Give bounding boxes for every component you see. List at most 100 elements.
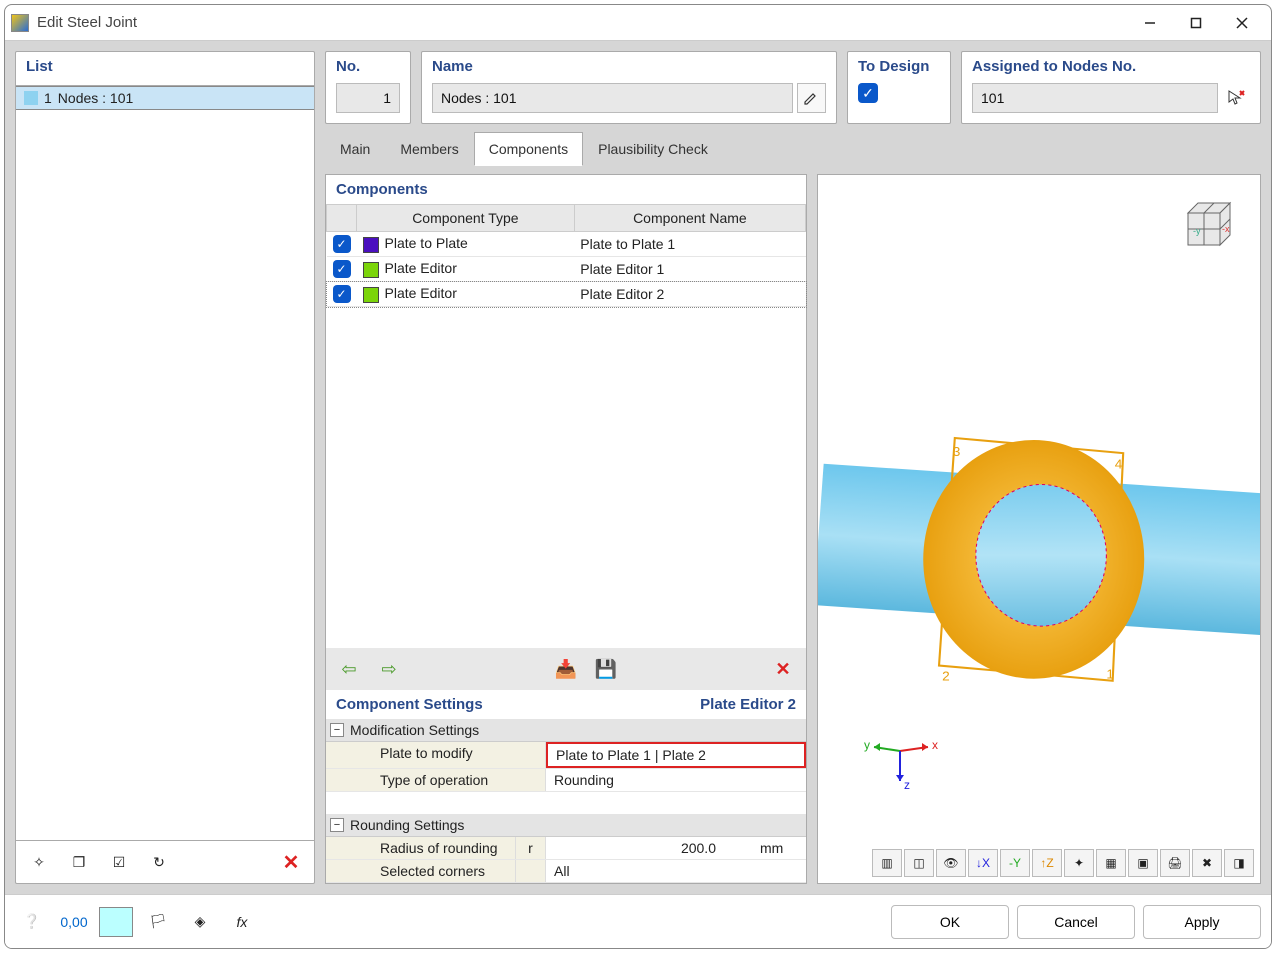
- todesign-checkbox[interactable]: ✓: [858, 83, 878, 103]
- list-item-label: Nodes : 101: [58, 90, 134, 106]
- table-row[interactable]: ✓ Plate Editor Plate Editor 1: [327, 257, 806, 282]
- row-checkbox[interactable]: ✓: [333, 285, 351, 303]
- dialog-footer: ❔ 0,00 🏳 ◈ fx OK Cancel Apply: [5, 894, 1271, 948]
- vp-axis-x-button[interactable]: ↓X: [968, 849, 998, 877]
- radius-unit: mm: [756, 837, 806, 859]
- delete-component-button[interactable]: ✕: [766, 654, 800, 684]
- no-field: No.: [325, 51, 411, 124]
- radius-symbol: r: [516, 837, 546, 859]
- vp-iso-button[interactable]: ✦: [1064, 849, 1094, 877]
- formula-button[interactable]: fx: [225, 907, 259, 937]
- close-button[interactable]: [1219, 8, 1265, 38]
- vp-reset-button[interactable]: ✖: [1192, 849, 1222, 877]
- color-swatch-icon: [363, 287, 379, 303]
- cancel-button[interactable]: Cancel: [1017, 905, 1135, 939]
- components-heading: Components: [326, 175, 806, 204]
- apply-button[interactable]: Apply: [1143, 905, 1261, 939]
- svg-text:-y: -y: [1193, 226, 1201, 236]
- name-field: Name: [421, 51, 837, 124]
- todesign-label: To Design: [858, 58, 940, 75]
- assigned-input[interactable]: [972, 83, 1218, 113]
- pick-nodes-button[interactable]: [1222, 83, 1250, 113]
- 3d-viewport[interactable]: 3 4 1 2: [817, 174, 1261, 884]
- svg-text:x: x: [932, 738, 938, 752]
- corners-label: Selected corners: [326, 860, 516, 882]
- help-button[interactable]: ❔: [15, 907, 49, 937]
- export-button[interactable]: 💾: [589, 654, 623, 684]
- move-down-button[interactable]: ⇨: [372, 654, 406, 684]
- col-type: Component Type: [357, 205, 575, 232]
- collapse-icon[interactable]: −: [330, 818, 344, 832]
- corners-value[interactable]: All: [546, 860, 756, 882]
- ok-button[interactable]: OK: [891, 905, 1009, 939]
- vp-select-button[interactable]: ▥: [872, 849, 902, 877]
- svg-text:3: 3: [953, 444, 961, 459]
- radius-value[interactable]: 200.0: [546, 837, 756, 859]
- plate-to-modify-value[interactable]: Plate to Plate 1 | Plate 2: [546, 742, 806, 768]
- duplicate-item-button[interactable]: ❐: [62, 847, 96, 877]
- vp-eye-button[interactable]: 👁: [936, 849, 966, 877]
- units-button[interactable]: 0,00: [57, 907, 91, 937]
- components-table: Component Type Component Name ✓ Plate to…: [326, 204, 806, 307]
- vp-view-button[interactable]: ◫: [904, 849, 934, 877]
- color-button[interactable]: [99, 907, 133, 937]
- vp-detach-button[interactable]: ◨: [1224, 849, 1254, 877]
- move-up-button[interactable]: ⇦: [332, 654, 366, 684]
- tab-plausibility[interactable]: Plausibility Check: [583, 132, 723, 166]
- name-input[interactable]: [432, 83, 793, 113]
- collapse-icon[interactable]: −: [330, 723, 344, 737]
- window-title: Edit Steel Joint: [37, 14, 137, 31]
- vp-axis-y-button[interactable]: -Y: [1000, 849, 1030, 877]
- navigation-cube-icon[interactable]: -y -x: [1168, 191, 1240, 263]
- vp-axis-z-button[interactable]: ↑Z: [1032, 849, 1062, 877]
- preview-button[interactable]: ◈: [183, 907, 217, 937]
- refresh-checks-button[interactable]: ↻: [142, 847, 176, 877]
- viewport-toolbar: ▥ ◫ 👁 ↓X -Y ↑Z ✦ ▦ ▣ 🖨 ✖ ◨: [854, 849, 1254, 877]
- row-checkbox[interactable]: ✓: [333, 260, 351, 278]
- maximize-button[interactable]: [1173, 8, 1219, 38]
- tab-members[interactable]: Members: [385, 132, 473, 166]
- operation-type-label: Type of operation: [326, 769, 546, 791]
- app-icon: [11, 14, 29, 32]
- settings-heading: Component Settings: [336, 696, 483, 713]
- plate-to-modify-label: Plate to modify: [326, 742, 546, 768]
- rounding-settings-group[interactable]: − Rounding Settings: [326, 814, 806, 837]
- operation-type-value[interactable]: Rounding: [546, 769, 806, 791]
- svg-text:1: 1: [1106, 667, 1114, 682]
- vp-wire-button[interactable]: ▣: [1128, 849, 1158, 877]
- list-item[interactable]: 1 Nodes : 101: [16, 86, 314, 110]
- svg-text:2: 2: [942, 669, 950, 684]
- edit-name-button[interactable]: [797, 83, 826, 113]
- table-row[interactable]: ✓ Plate Editor Plate Editor 2: [327, 282, 806, 307]
- list-toolbar: ✧ ❐ ☑ ↻ ✕: [16, 840, 314, 883]
- tab-main[interactable]: Main: [325, 132, 385, 166]
- no-label: No.: [336, 58, 400, 75]
- assigned-label: Assigned to Nodes No.: [972, 58, 1250, 75]
- titlebar: Edit Steel Joint: [5, 5, 1271, 41]
- row-checkbox[interactable]: ✓: [333, 235, 351, 253]
- vp-print-button[interactable]: 🖨: [1160, 849, 1190, 877]
- new-item-button[interactable]: ✧: [22, 847, 56, 877]
- minimize-button[interactable]: [1127, 8, 1173, 38]
- color-swatch-icon: [363, 262, 379, 278]
- radius-label: Radius of rounding: [326, 837, 516, 859]
- settings-current: Plate Editor 2: [700, 696, 796, 713]
- legend-button[interactable]: 🏳: [141, 907, 175, 937]
- vp-shaded-button[interactable]: ▦: [1096, 849, 1126, 877]
- modification-settings-group[interactable]: − Modification Settings: [326, 719, 806, 742]
- svg-text:4: 4: [1115, 457, 1123, 472]
- tab-bar: Main Members Components Plausibility Che…: [325, 132, 1261, 166]
- no-input[interactable]: [336, 83, 400, 113]
- name-label: Name: [432, 58, 826, 75]
- settings-tree: − Modification Settings Plate to modify …: [326, 719, 806, 883]
- table-row[interactable]: ✓ Plate to Plate Plate to Plate 1: [327, 232, 806, 257]
- color-swatch-icon: [363, 237, 379, 253]
- check-all-button[interactable]: ☑: [102, 847, 136, 877]
- tab-components[interactable]: Components: [474, 132, 583, 166]
- list-item-number: 1: [44, 90, 52, 106]
- todesign-field: To Design ✓: [847, 51, 951, 124]
- svg-text:y: y: [864, 738, 870, 752]
- import-button[interactable]: 📥: [549, 654, 583, 684]
- col-name: Component Name: [574, 205, 805, 232]
- delete-item-button[interactable]: ✕: [274, 847, 308, 877]
